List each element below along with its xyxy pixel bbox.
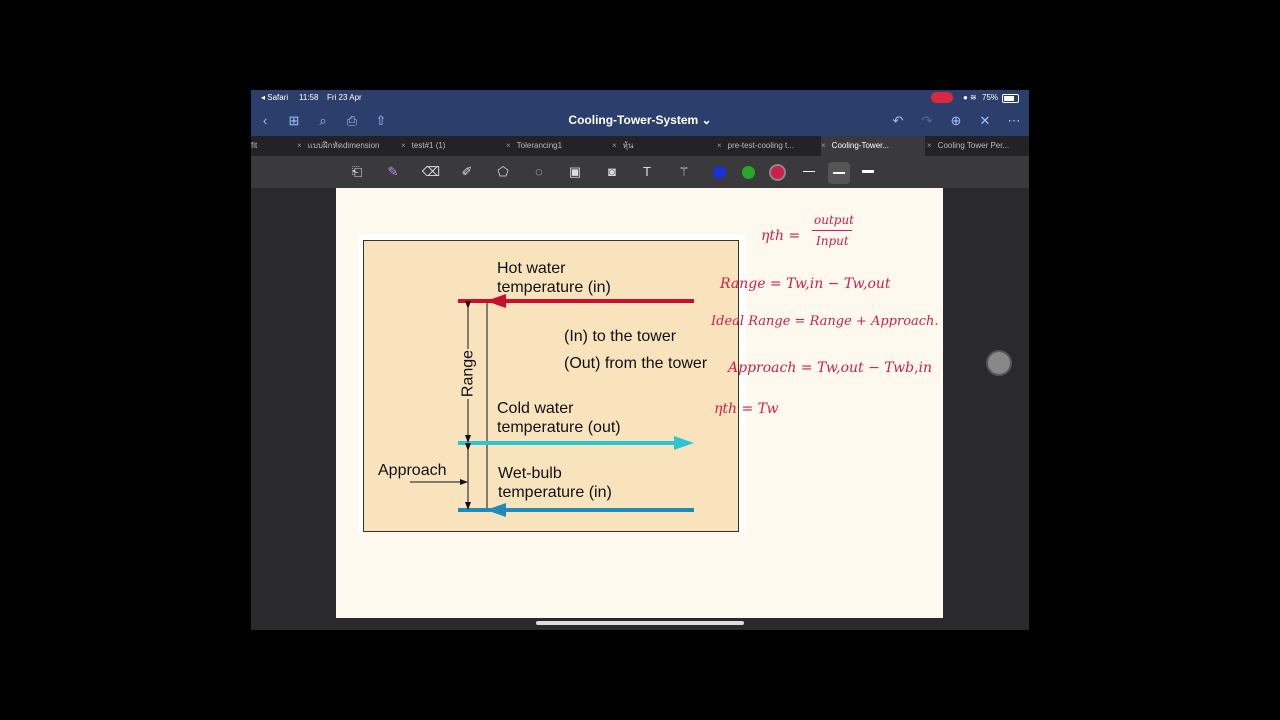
battery-icon <box>1002 94 1019 103</box>
tab-dimension[interactable]: × แบบฝึกหัดdimension <box>297 136 397 156</box>
back-to-app-link[interactable]: ◂ Safari <box>261 93 288 102</box>
in-to-tower-label: (In) to the tower <box>564 328 677 345</box>
stroke-thick[interactable] <box>862 170 874 173</box>
out-from-tower-label: (Out) from the tower <box>564 355 708 372</box>
read-mode-icon[interactable]: ⎗ <box>347 163 367 181</box>
close-tab-icon[interactable]: × <box>821 141 826 150</box>
more-icon[interactable]: ⋯ <box>1005 112 1023 130</box>
lasso-tool-icon[interactable]: ◌ <box>529 163 549 181</box>
image-tool-icon[interactable]: ▣ <box>565 163 585 181</box>
note-ideal-range-equation: Ideal Range = Range + Approach. <box>711 314 939 329</box>
hot-water-label: Hot water temperature (in) <box>497 260 611 296</box>
document-title[interactable]: Cooling-Tower-System ⌄ <box>251 113 1029 127</box>
assistive-touch-button[interactable] <box>986 350 1012 376</box>
tab-stock[interactable]: × หุ้น <box>612 136 712 156</box>
shape-tool-icon[interactable]: ⬠ <box>493 163 513 181</box>
camera-tool-icon[interactable]: ◙ <box>602 163 622 181</box>
tab-test1[interactable]: × test#1 (1) <box>401 136 501 156</box>
note-eta-lhs: ηth = <box>761 228 801 244</box>
drawing-toolbar: ⎗ ✎ ⌫ ✐ ⬠ ◌ ▣ ◙ T ⚚ <box>251 156 1029 188</box>
stroke-thin[interactable] <box>803 171 815 172</box>
cooling-tower-figure: Hot water temperature (in) (In) to the to… <box>358 234 746 532</box>
note-page[interactable]: Hot water temperature (in) (In) to the to… <box>336 188 943 618</box>
approach-label: Approach <box>378 462 447 479</box>
highlighter-tool-icon[interactable]: ✐ <box>457 163 477 181</box>
document-canvas[interactable]: Hot water temperature (in) (In) to the to… <box>251 188 1029 630</box>
eraser-tool-icon[interactable]: ⌫ <box>421 163 441 181</box>
color-blue-swatch[interactable] <box>713 166 726 179</box>
color-green-swatch[interactable] <box>742 166 755 179</box>
note-approach-equation: Approach = Tw,out − Twb,in <box>728 360 933 376</box>
pen-tool-icon[interactable]: ✎ <box>383 163 403 181</box>
tab-pre-test[interactable]: × pre-test-cooling t... <box>717 136 817 156</box>
home-indicator[interactable] <box>536 621 744 625</box>
navigation-bar: ‹ ⊞ ⌕ ⎙ ⇧ Cooling-Tower-System ⌄ ↶ ↷ ⊕ ✕… <box>251 106 1029 136</box>
figure-panel: Hot water temperature (in) (In) to the to… <box>363 240 739 532</box>
note-eta-numerator: output <box>814 213 855 227</box>
wifi-icon: ●︎ ≋ <box>963 93 977 102</box>
status-bar: ◂ Safari 11:58 Fri 23 Apr ●︎ ≋ 75% <box>251 90 1029 106</box>
document-tab-bar: fit × แบบฝึกหัดdimension × test#1 (1) × Tol… <box>251 136 1029 156</box>
tab-tolerancing[interactable]: × Tolerancing1 <box>506 136 606 156</box>
tab-cooling-tower-performance[interactable]: × Cooling Tower Per... <box>927 136 1029 156</box>
status-date: Fri 23 Apr <box>327 93 362 102</box>
close-icon[interactable]: ✕ <box>976 112 994 130</box>
status-time: 11:58 <box>299 93 319 102</box>
ipad-screen: ◂ Safari 11:58 Fri 23 Apr ●︎ ≋ 75% ‹ ⊞ ⌕… <box>251 90 1029 630</box>
wet-bulb-arrowhead <box>486 503 506 517</box>
laser-pointer-icon[interactable]: ⚚ <box>674 163 694 181</box>
battery-percent: 75% <box>982 93 999 102</box>
add-page-icon[interactable]: ⊕ <box>947 112 965 130</box>
close-tab-icon[interactable]: × <box>717 141 722 150</box>
wet-bulb-label: Wet-bulb temperature (in) <box>498 465 612 501</box>
undo-icon[interactable]: ↶ <box>889 112 907 130</box>
range-label: Range <box>459 349 477 398</box>
note-eta-denominator: Input <box>816 234 849 248</box>
close-tab-icon[interactable]: × <box>401 141 406 150</box>
cold-water-label: Cold water temperature (out) <box>497 400 621 436</box>
redo-icon[interactable]: ↷ <box>918 112 936 130</box>
text-tool-icon[interactable]: T <box>637 163 657 181</box>
close-tab-icon[interactable]: × <box>297 141 302 150</box>
note-range-equation: Range = Tw,in − Tw,out <box>720 276 891 292</box>
stroke-medium-selected[interactable] <box>828 162 850 184</box>
note-eta-second: ηth = Tw <box>714 401 779 417</box>
tab-cooling-tower-active[interactable]: × Cooling-Tower... <box>821 136 925 156</box>
close-tab-icon[interactable]: × <box>506 141 511 150</box>
screen-record-indicator[interactable] <box>931 92 953 103</box>
cold-water-arrowhead <box>674 436 694 450</box>
tab-fit[interactable]: fit <box>251 136 291 156</box>
close-tab-icon[interactable]: × <box>612 141 617 150</box>
color-red-swatch-selected[interactable] <box>771 166 784 179</box>
close-tab-icon[interactable]: × <box>927 141 932 150</box>
note-fraction-bar <box>812 230 852 231</box>
